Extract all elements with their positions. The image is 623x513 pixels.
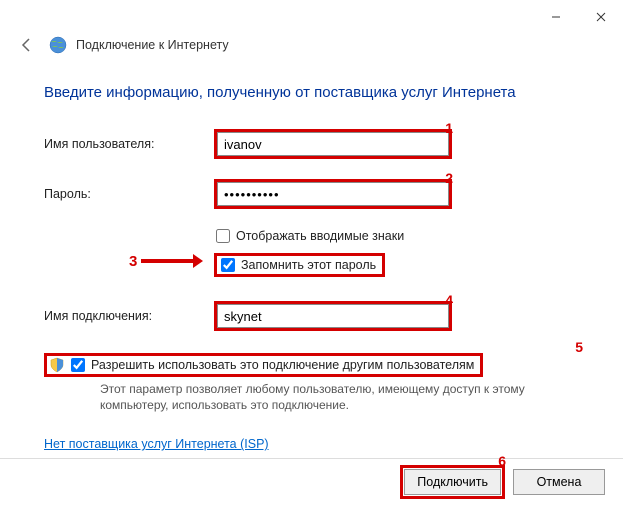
- allow-row: Разрешить использовать это подключение д…: [44, 353, 579, 413]
- arrow-right-icon: [141, 252, 203, 270]
- annotation-3: 3: [129, 253, 137, 270]
- wizard-header: Подключение к Интернету: [0, 30, 623, 66]
- cancel-button[interactable]: Отмена: [513, 469, 605, 495]
- shield-icon: [49, 357, 65, 373]
- window-titlebar: [0, 0, 623, 30]
- show-chars-row: Отображать вводимые знаки: [214, 229, 579, 243]
- globe-icon: [48, 35, 68, 55]
- isp-link[interactable]: Нет поставщика услуг Интернета (ISP): [44, 437, 269, 451]
- annotation-5: 5: [575, 339, 583, 355]
- content-area: Введите информацию, полученную от постав…: [0, 66, 623, 451]
- password-highlight: 2: [214, 179, 452, 209]
- close-button[interactable]: [578, 4, 623, 30]
- username-input[interactable]: [217, 132, 449, 156]
- password-row: Пароль: 2: [44, 179, 579, 209]
- allow-highlight: Разрешить использовать это подключение д…: [44, 353, 483, 377]
- allow-checkbox[interactable]: [71, 358, 85, 372]
- remember-label: Запомнить этот пароль: [241, 258, 376, 272]
- connect-button[interactable]: Подключить: [404, 469, 501, 495]
- connection-name-highlight: 4: [214, 301, 452, 331]
- footer: Подключить 6 Отмена: [400, 465, 605, 499]
- annotation-3-wrap: 3: [129, 252, 203, 270]
- username-highlight: 1: [214, 129, 452, 159]
- annotation-1: 1: [445, 120, 453, 136]
- password-input[interactable]: [217, 182, 449, 206]
- connection-name-label: Имя подключения:: [44, 309, 214, 323]
- instruction-text: Введите информацию, полученную от постав…: [44, 84, 579, 101]
- show-chars-checkbox[interactable]: [216, 229, 230, 243]
- allow-description: Этот параметр позволяет любому пользоват…: [100, 381, 579, 413]
- password-label: Пароль:: [44, 187, 214, 201]
- back-arrow-icon[interactable]: [16, 34, 38, 56]
- username-label: Имя пользователя:: [44, 137, 214, 151]
- footer-divider: [0, 458, 623, 459]
- connection-name-row: Имя подключения: 4: [44, 301, 579, 331]
- annotation-2: 2: [445, 170, 453, 186]
- remember-row: 3 Запомнить этот пароль: [214, 253, 385, 277]
- annotation-6: 6: [498, 453, 506, 469]
- show-chars-label: Отображать вводимые знаки: [236, 229, 404, 243]
- connect-highlight: Подключить 6: [400, 465, 505, 499]
- connection-name-input[interactable]: [217, 304, 449, 328]
- username-row: Имя пользователя: 1: [44, 129, 579, 159]
- remember-checkbox[interactable]: [221, 258, 235, 272]
- window-title: Подключение к Интернету: [76, 38, 229, 52]
- annotation-4: 4: [445, 292, 453, 308]
- minimize-button[interactable]: [533, 4, 578, 30]
- allow-label: Разрешить использовать это подключение д…: [91, 358, 474, 372]
